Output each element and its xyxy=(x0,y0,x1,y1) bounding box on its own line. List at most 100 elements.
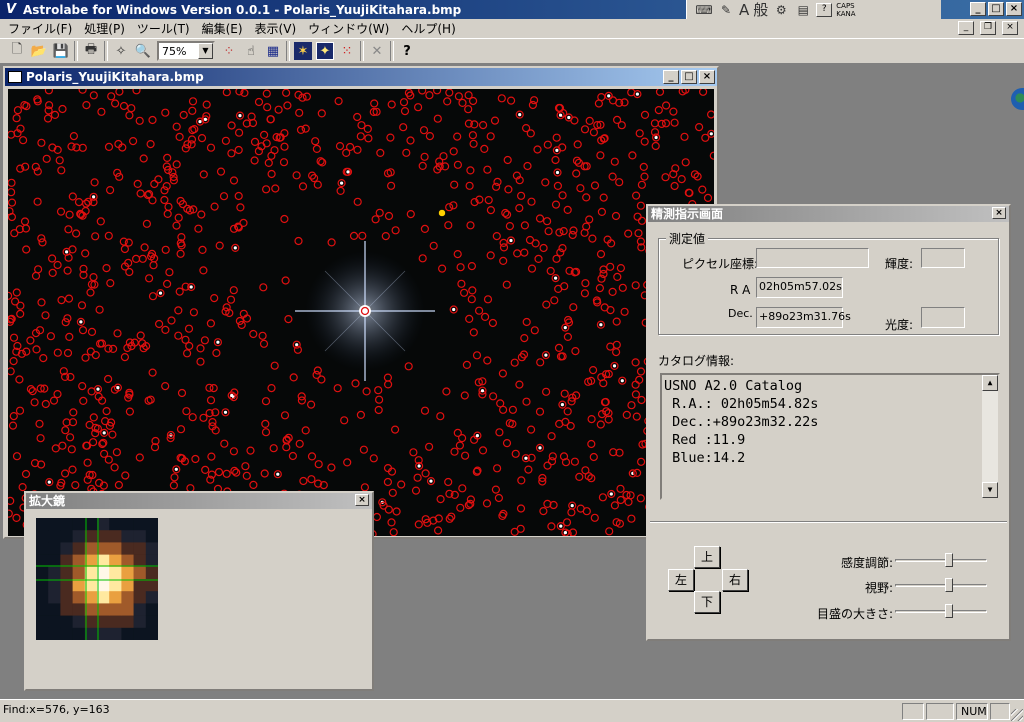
detection-circle xyxy=(220,439,229,448)
menu-window[interactable]: ウィンドウ(W) xyxy=(304,20,397,37)
slider-thumb[interactable] xyxy=(945,604,953,618)
move-up-button[interactable]: 上 xyxy=(694,546,720,568)
magnified-pixel xyxy=(84,615,98,629)
detection-circle xyxy=(483,356,492,365)
detection-circle xyxy=(260,469,269,478)
detection-circle xyxy=(694,122,704,132)
sensitivity-slider[interactable] xyxy=(895,553,987,567)
sparkle-icon[interactable]: ✧ xyxy=(110,40,132,62)
detection-circle xyxy=(546,266,555,276)
move-right-button[interactable]: 右 xyxy=(722,569,748,591)
detection-circle xyxy=(425,91,434,100)
open-icon[interactable]: 📂 xyxy=(28,40,50,62)
menu-tools[interactable]: ツール(T) xyxy=(133,20,198,37)
slider-thumb[interactable] xyxy=(945,553,953,567)
detection-circle xyxy=(599,193,608,202)
magnified-pixel xyxy=(145,627,159,641)
measurement-panel[interactable]: 精測指示画面 × 測定値 ピクセル座標: 輝度: R A 02h05m57.02… xyxy=(646,204,1011,641)
slider-thumb[interactable] xyxy=(945,578,953,592)
hand-icon[interactable]: ☝ xyxy=(240,40,262,62)
ime-mode-indicator[interactable]: A xyxy=(739,1,749,19)
magnified-pixel xyxy=(36,603,49,616)
zoom-select[interactable]: 75% ▼ xyxy=(157,41,215,61)
new-icon[interactable]: 🗋 xyxy=(6,40,28,62)
mdi-minimize-button[interactable]: _ xyxy=(958,21,974,35)
image-minimize-button[interactable]: _ xyxy=(663,70,679,84)
detection-circle xyxy=(135,453,144,462)
detection-circle xyxy=(8,421,18,430)
magnifier-close-button[interactable]: × xyxy=(355,494,369,506)
image-window-titlebar[interactable]: Polaris_YuujiKitahara.bmp _ □ × xyxy=(5,68,717,86)
detection-circle xyxy=(612,317,621,326)
ime-kanji-indicator[interactable]: 般 xyxy=(753,0,768,20)
close-x-icon[interactable]: ✕ xyxy=(366,40,388,62)
resize-grip[interactable] xyxy=(1011,709,1023,721)
detection-circle xyxy=(56,207,66,216)
detection-circle xyxy=(110,463,119,472)
catalog-scrollbar[interactable]: ▲ ▼ xyxy=(982,375,998,498)
mdi-restore-button[interactable]: ❐ xyxy=(980,21,996,35)
detection-circle xyxy=(312,144,321,154)
image-close-button[interactable]: × xyxy=(699,70,715,84)
menu-view[interactable]: 表示(V) xyxy=(251,20,305,37)
magnified-pixel xyxy=(48,627,61,641)
star-grid-icon[interactable]: ✶ xyxy=(294,42,312,60)
menu-help[interactable]: ヘルプ(H) xyxy=(397,20,463,37)
menu-process[interactable]: 処理(P) xyxy=(80,20,133,37)
detection-circle xyxy=(177,388,187,398)
keyboard-icon[interactable]: ⌨ xyxy=(695,2,713,18)
image-maximize-button[interactable]: □ xyxy=(681,70,697,84)
detection-circle xyxy=(261,419,270,428)
ime-pad-icon[interactable]: ✎ xyxy=(717,2,735,18)
star-field-svg[interactable] xyxy=(8,89,714,536)
menu-edit[interactable]: 編集(E) xyxy=(198,20,251,37)
maximize-button[interactable]: □ xyxy=(988,2,1004,16)
starmap-icon[interactable]: ▦ xyxy=(262,40,284,62)
help-icon[interactable]: ? xyxy=(396,40,418,62)
print-icon[interactable]: 🖶 xyxy=(80,40,102,62)
magnified-pixel xyxy=(60,603,73,616)
star-image-canvas[interactable] xyxy=(8,89,714,536)
star-target-icon[interactable]: ✦ xyxy=(316,42,334,60)
scroll-up-button[interactable]: ▲ xyxy=(982,375,998,391)
minimize-button[interactable]: _ xyxy=(970,2,986,16)
magnified-pixel xyxy=(121,518,134,531)
ime-tool-icon[interactable]: ⚙ xyxy=(772,2,790,18)
close-button[interactable]: × xyxy=(1006,2,1022,16)
mdi-close-button[interactable]: × xyxy=(1002,21,1018,35)
scale-size-slider[interactable] xyxy=(895,604,987,618)
detection-circle xyxy=(90,178,99,187)
ime-dictionary-icon[interactable]: ▤ xyxy=(794,2,812,18)
move-left-button[interactable]: 左 xyxy=(668,569,694,591)
detection-circle xyxy=(627,514,636,523)
language-bar: ⌨ ✎ A 般 ⚙ ▤ ? CAPS KANA xyxy=(686,0,941,19)
field-of-view-slider[interactable] xyxy=(895,578,987,592)
measurement-panel-close-button[interactable]: × xyxy=(992,207,1006,219)
circles-icon[interactable]: ⁙ xyxy=(336,40,358,62)
detection-circle xyxy=(610,157,619,166)
ime-help-button[interactable]: ? xyxy=(816,2,833,17)
measurement-panel-titlebar[interactable]: 精測指示画面 × xyxy=(648,206,1009,222)
detection-circle xyxy=(78,382,87,391)
magnified-pixel xyxy=(84,627,98,641)
zoom-icon[interactable]: 🔍 xyxy=(132,40,154,62)
detection-circle xyxy=(454,92,463,101)
magnifier-titlebar[interactable]: 拡大鏡 × xyxy=(26,493,372,509)
zoom-value: 75% xyxy=(162,44,187,58)
detection-circle xyxy=(271,184,280,193)
image-window[interactable]: Polaris_YuujiKitahara.bmp _ □ × xyxy=(3,66,719,539)
dots-color-icon[interactable]: ⁘ xyxy=(218,40,240,62)
astrolabe-app-icon[interactable]: V xyxy=(3,2,19,18)
detection-circle xyxy=(176,249,185,258)
detection-circle xyxy=(406,209,415,219)
catalog-info-textbox[interactable]: USNO A2.0 Catalog R.A.: 02h05m54.82s Dec… xyxy=(660,373,1000,500)
magnifier-window[interactable]: 拡大鏡 × xyxy=(24,491,374,691)
move-down-button[interactable]: 下 xyxy=(694,591,720,613)
detection-circle xyxy=(61,426,70,435)
magnified-pixel xyxy=(133,579,147,592)
scroll-down-button[interactable]: ▼ xyxy=(982,482,998,498)
menu-file[interactable]: ファイル(F) xyxy=(4,20,80,37)
save-icon[interactable]: 💾 xyxy=(50,40,72,62)
detection-circle xyxy=(229,286,238,295)
chevron-down-icon[interactable]: ▼ xyxy=(198,43,213,59)
